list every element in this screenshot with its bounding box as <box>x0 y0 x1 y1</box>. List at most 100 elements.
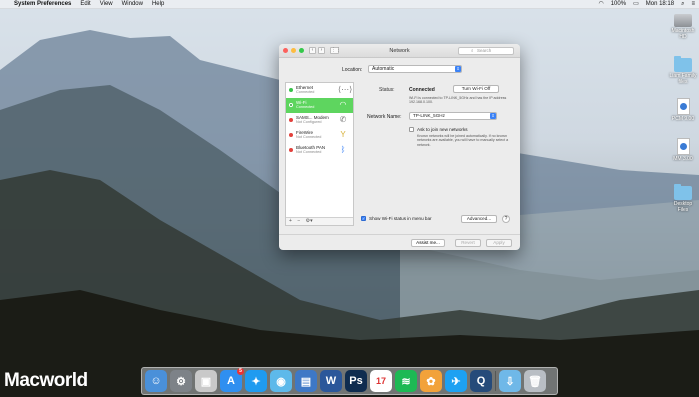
dock-item-calendar[interactable]: 17 <box>370 370 392 392</box>
service-actions-button[interactable]: ⚙▾ <box>306 218 313 224</box>
search-placeholder: Search <box>477 48 492 53</box>
dock-item-photoshop[interactable]: Ps <box>345 370 367 392</box>
location-value: Automatic <box>372 66 395 72</box>
clock[interactable]: Mon 18:18 <box>646 0 674 9</box>
apply-button[interactable]: Apply <box>486 239 512 247</box>
desktop-icon-label: Desktop Files <box>673 201 693 213</box>
dock-item-quicktime[interactable]: Q <box>470 370 492 392</box>
spotlight-icon[interactable]: ⌕ <box>681 0 684 9</box>
menu-window[interactable]: Window <box>122 0 143 9</box>
dock-item-safari[interactable]: ✦ <box>245 370 267 392</box>
service-list-controls: + − ⚙▾ <box>286 217 353 225</box>
network-preferences-window: ‹ › ⋮⋮ Network ⌕ Search Location: Automa… <box>279 44 520 250</box>
menu-app-name[interactable]: System Preferences <box>14 0 71 9</box>
document-icon <box>676 98 690 115</box>
desktop-icon-label: PCM 9.00 <box>671 116 695 122</box>
phone-icon: ✆ <box>339 115 347 124</box>
desktop-icon-folder[interactable]: Desktop Files <box>668 184 698 213</box>
show-wifi-checkbox[interactable]: ✓ <box>361 216 366 221</box>
dock-item-word[interactable]: W <box>320 370 342 392</box>
revert-button[interactable]: Revert <box>455 239 481 247</box>
dock-item-twitter[interactable]: ✈ <box>445 370 467 392</box>
add-service-button[interactable]: + <box>289 218 292 224</box>
dock-item-tweetbot[interactable]: ◉ <box>270 370 292 392</box>
zoom-button[interactable] <box>299 48 304 53</box>
battery-icon[interactable]: ▭ <box>633 0 639 9</box>
dock-item-system-preferences[interactable]: ⚙ <box>170 370 192 392</box>
close-button[interactable] <box>283 48 288 53</box>
dock-item-preview[interactable]: ▤ <box>295 370 317 392</box>
desktop-icon-document[interactable]: PCM 9.00 <box>668 98 698 122</box>
bluetooth-icon: ᛒ <box>340 145 346 154</box>
menu-view[interactable]: View <box>100 0 113 9</box>
network-name-value: TP-LINK_5GHz <box>413 113 445 118</box>
service-item-ethernet[interactable]: Ethernet Connected ⟨⋯⟩ <box>286 83 353 98</box>
ethernet-icon: ⟨⋯⟩ <box>338 85 353 94</box>
advanced-button[interactable]: Advanced... <box>461 215 497 223</box>
firewire-icon: Y <box>340 130 346 139</box>
ask-join-description: Known networks will be joined automatica… <box>417 134 509 147</box>
status-dot-icon <box>289 133 293 137</box>
ask-join-row[interactable]: Ask to join new networks <box>409 127 468 132</box>
folder-icon <box>674 184 692 200</box>
service-list: Ethernet Connected ⟨⋯⟩ Wi-Fi Connected ◠… <box>285 82 354 226</box>
dock-item-spotify[interactable]: ≋ <box>395 370 417 392</box>
menu-bar: System Preferences Edit View Window Help… <box>0 0 699 9</box>
desktop-icon-macintosh-hd[interactable]: Macintosh HD <box>668 14 698 40</box>
search-icon: ⌕ <box>471 48 474 53</box>
chevron-updown-icon: ⇕ <box>490 113 496 119</box>
macworld-watermark: Macworld <box>4 370 88 391</box>
chevron-updown-icon: ⇕ <box>455 66 461 72</box>
show-wifi-label: Show Wi-Fi status in menu bar <box>369 216 432 221</box>
ask-join-checkbox[interactable] <box>409 127 414 132</box>
remove-service-button[interactable]: − <box>297 218 300 224</box>
dock-separator <box>495 371 496 391</box>
show-all-button[interactable]: ⋮⋮ <box>330 47 341 54</box>
wifi-status-icon[interactable]: ◠ <box>598 0 603 9</box>
status-value: Connected <box>409 87 435 93</box>
notification-center-icon[interactable]: ≡ <box>691 0 695 9</box>
menu-extras: ◠ 100% ▭ Mon 18:18 ⌕ ≡ <box>598 0 695 9</box>
status-dot-icon <box>289 103 293 107</box>
network-name-select[interactable]: TP-LINK_5GHz ⇕ <box>409 112 497 120</box>
status-dot-icon <box>289 148 293 152</box>
service-item-wifi[interactable]: Wi-Fi Connected ◠ <box>286 98 353 113</box>
menu-edit[interactable]: Edit <box>80 0 90 9</box>
wifi-icon: ◠ <box>339 100 347 109</box>
back-button[interactable]: ‹ <box>309 47 316 54</box>
service-item-modem[interactable]: SAMS... Modem Not Configured ✆ <box>286 113 353 128</box>
notification-badge: 5 <box>237 368 244 375</box>
desktop-icon-label: MM 3.00 <box>673 156 693 162</box>
location-select[interactable]: Automatic ⇕ <box>368 65 462 73</box>
location-label: Location: <box>342 67 363 73</box>
window-footer: Assist me... Revert Apply <box>279 234 520 250</box>
desktop-icon-document[interactable]: MM 3.00 <box>668 138 698 162</box>
dock-item-app-store[interactable]: A5 <box>220 368 244 392</box>
dock-item-trash[interactable]: 🗑 <box>524 370 546 392</box>
ask-join-label: Ask to join new networks <box>417 127 468 132</box>
wifi-detail-pane: Status: Connected Turn Wi-Fi Off Wi-Fi i… <box>361 82 515 232</box>
search-field[interactable]: ⌕ Search <box>458 47 514 55</box>
forward-button[interactable]: › <box>318 47 325 54</box>
status-description: Wi-Fi is connected to TP-LINK_5GHz and h… <box>409 96 507 105</box>
window-titlebar: ‹ › ⋮⋮ Network ⌕ Search <box>279 44 520 58</box>
turn-wifi-off-button[interactable]: Turn Wi-Fi Off <box>453 85 499 93</box>
help-button[interactable]: ? <box>502 215 510 223</box>
minimize-button[interactable] <box>291 48 296 53</box>
show-wifi-row[interactable]: ✓ Show Wi-Fi status in menu bar <box>361 216 432 221</box>
service-item-bluetooth[interactable]: Bluetooth PAN Not Connected ᛒ <box>286 143 353 158</box>
document-icon <box>676 138 690 155</box>
dock-item-downloads[interactable]: ⇩ <box>499 370 521 392</box>
dock-item-photo-viewer[interactable]: ▣ <box>195 370 217 392</box>
status-label: Status: <box>379 87 395 93</box>
dock-item-photos[interactable]: ✿ <box>420 370 442 392</box>
dock-item-finder[interactable]: ☺ <box>145 370 167 392</box>
battery-percent[interactable]: 100% <box>611 0 626 9</box>
desktop-icon-folder[interactable]: Liam Family files <box>668 56 698 85</box>
service-item-firewire[interactable]: FireWire Not Connected Y <box>286 128 353 143</box>
menu-help[interactable]: Help <box>152 0 164 9</box>
network-name-label: Network Name: <box>367 114 402 120</box>
assist-me-button[interactable]: Assist me... <box>411 239 445 247</box>
desktop-icon-label: Macintosh HD <box>671 28 695 40</box>
status-dot-icon <box>289 88 293 92</box>
